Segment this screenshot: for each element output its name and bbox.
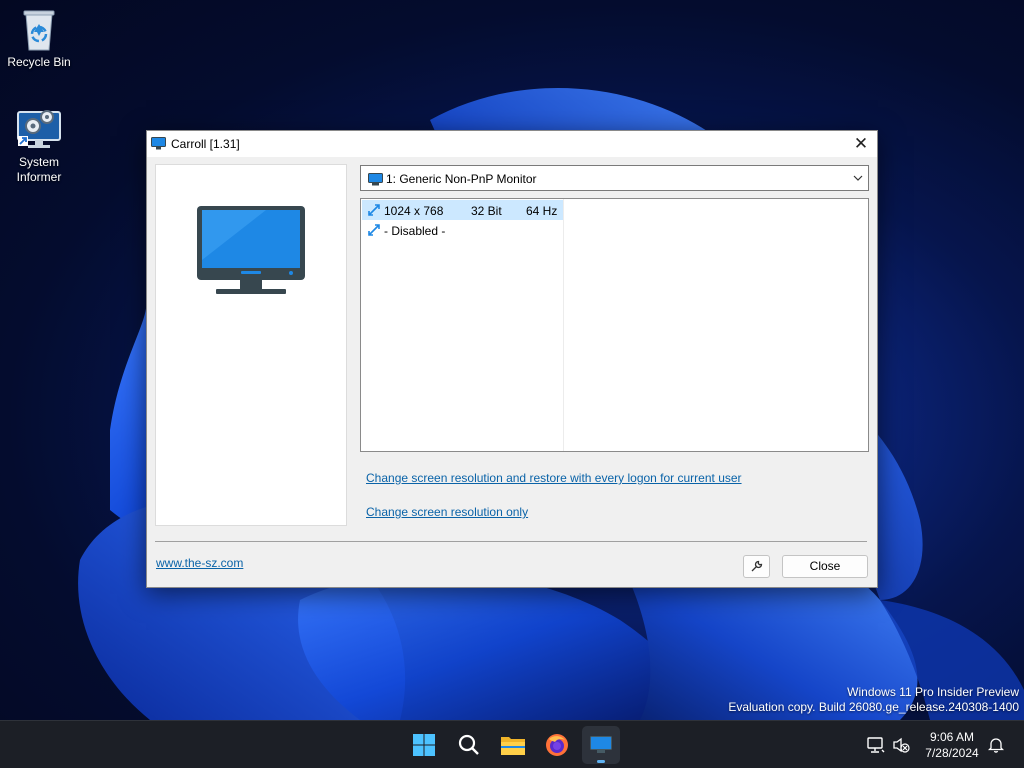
mode-resolution: 1024 x 768 (384, 204, 444, 218)
taskbar-search[interactable] (450, 726, 488, 764)
title-bar[interactable]: Carroll [1.31] ✕ (147, 131, 877, 157)
tray-volume[interactable] (891, 735, 911, 755)
resize-icon (368, 204, 380, 216)
carroll-dialog: Carroll [1.31] ✕ 1: Generic Non-PnP Moni… (146, 130, 878, 588)
taskbar-firefox[interactable] (538, 726, 576, 764)
taskbar-carroll[interactable] (582, 726, 620, 764)
watermark-line2: Evaluation copy. Build 26080.ge_release.… (728, 700, 1019, 714)
taskbar: 9:06 AM 7/28/2024 (0, 720, 1024, 768)
mode-bit-depth: 32 Bit (471, 204, 502, 218)
close-button[interactable]: Close (782, 555, 868, 578)
active-indicator (597, 760, 605, 763)
watermark-line1: Windows 11 Pro Insider Preview (847, 685, 1019, 699)
title-close-button[interactable]: ✕ (845, 131, 877, 157)
volume-muted-icon (893, 737, 910, 753)
clock-time: 9:06 AM (929, 730, 975, 744)
monitor-select[interactable]: 1: Generic Non-PnP Monitor (360, 165, 869, 191)
window-title: Carroll [1.31] (171, 137, 240, 151)
taskbar-file-explorer[interactable] (494, 726, 532, 764)
mode-row-1024x768[interactable]: 1024 x 768 32 Bit 64 Hz (362, 200, 563, 220)
system-informer-label-line2: Informer (16, 170, 62, 184)
clock-date: 7/28/2024 (925, 746, 979, 760)
display-mode-list[interactable]: 1024 x 768 32 Bit 64 Hz - Disabled - (360, 198, 869, 452)
recycle-bin-label: Recycle Bin (7, 55, 71, 69)
monitor-preview-icon (197, 206, 305, 294)
desktop-icon-system-informer[interactable]: System Informer (0, 106, 78, 185)
clock[interactable]: 9:06 AM 7/28/2024 (918, 729, 986, 761)
taskbar-start[interactable] (405, 726, 443, 764)
mode-row-disabled[interactable]: - Disabled - (362, 220, 563, 240)
firefox-icon (546, 734, 568, 756)
desktop-icon-recycle-bin[interactable]: Recycle Bin (0, 8, 78, 70)
system-informer-label-line1: System (18, 155, 59, 169)
system-informer-icon (17, 110, 61, 148)
carroll-icon (590, 736, 612, 753)
tray-network[interactable] (866, 735, 886, 755)
divider (155, 541, 867, 542)
bell-icon (988, 738, 1004, 753)
mode-refresh-rate: 64 Hz (526, 204, 558, 218)
tray-notifications[interactable] (986, 735, 1006, 755)
windows-watermark: Windows 11 Pro Insider Preview Evaluatio… (728, 685, 1019, 715)
recycle-bin-icon (23, 10, 55, 51)
monitor-select-value: 1: Generic Non-PnP Monitor (386, 172, 537, 186)
tools-button[interactable] (743, 555, 770, 578)
resize-icon (368, 224, 380, 236)
list-column-divider (563, 199, 564, 451)
file-explorer-icon (501, 737, 525, 755)
chevron-down-icon (853, 175, 863, 181)
change-resolution-only-link[interactable]: Change screen resolution only (366, 505, 528, 519)
monitor-icon (368, 173, 383, 186)
start-icon (413, 734, 435, 756)
app-monitor-icon (151, 137, 166, 150)
search-icon (458, 734, 479, 755)
monitor-preview-panel (155, 164, 347, 526)
wrench-icon (751, 560, 763, 572)
website-link[interactable]: www.the-sz.com (156, 556, 243, 570)
mode-resolution: - Disabled - (384, 224, 446, 238)
network-monitor-icon (867, 737, 885, 753)
change-resolution-restore-link[interactable]: Change screen resolution and restore wit… (366, 471, 742, 485)
